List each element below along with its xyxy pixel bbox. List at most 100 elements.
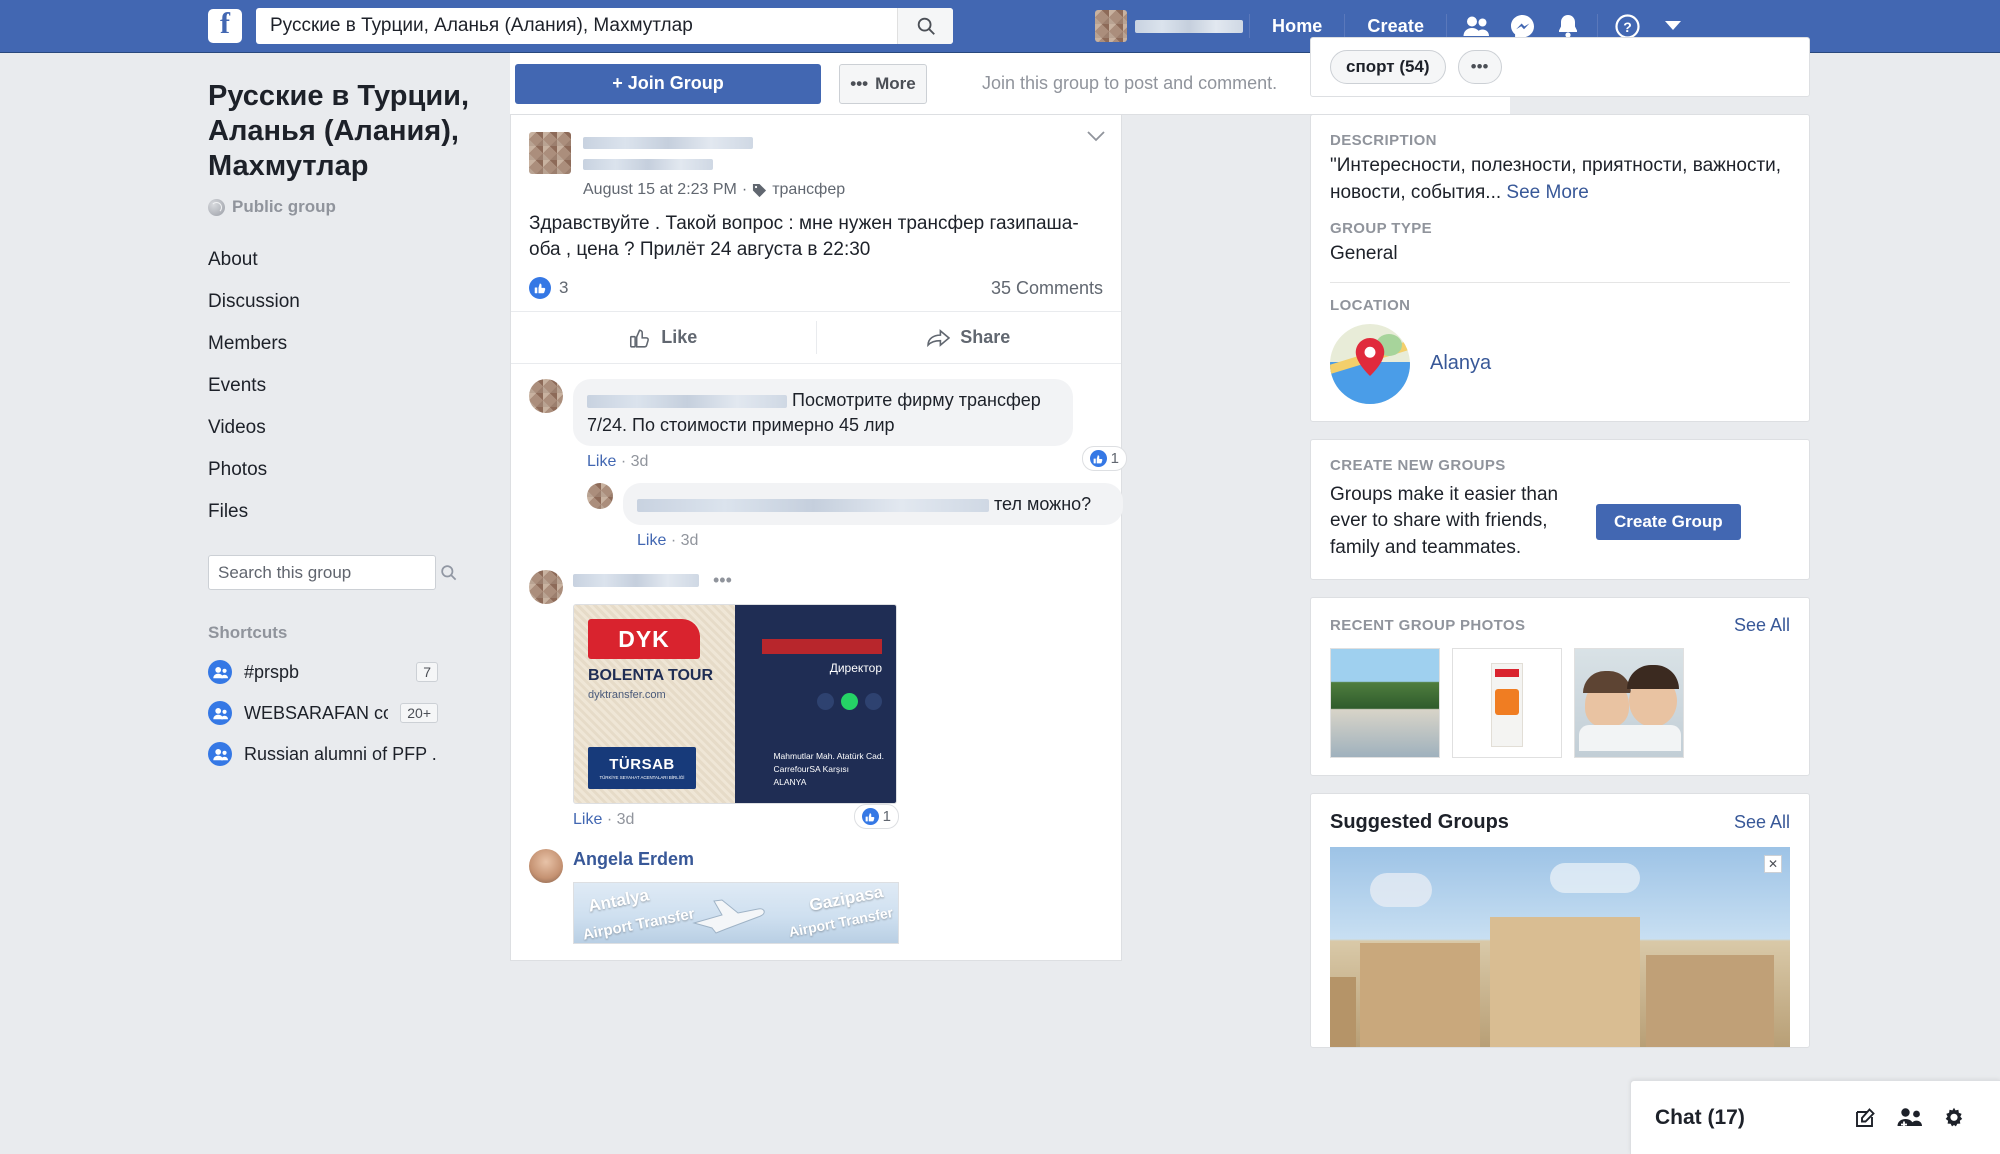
map-pin-icon [1355, 337, 1385, 376]
profile-chip[interactable] [1089, 10, 1243, 42]
globe-icon [208, 198, 225, 216]
shortcut-badge: 20+ [400, 703, 438, 724]
sidebar-item-files[interactable]: Files [208, 491, 510, 533]
comment-item: тел можно? Like · 3d [587, 483, 1123, 550]
attachment-badge: TÜRSAB [609, 755, 675, 773]
comment-attachment-image[interactable]: Antalya Airport Transfer Gazipasa Airpor… [573, 882, 899, 945]
suggested-groups-card: Suggested Groups See All ✕ [1310, 792, 1810, 1048]
comment-like-pill[interactable]: 1 [1081, 446, 1127, 472]
group-search-input[interactable] [209, 562, 439, 583]
search-icon[interactable] [439, 563, 468, 582]
left-sidebar: Русские в Турции, Аланья (Алания), Махму… [0, 53, 510, 1154]
shortcut-item-russian-alumni[interactable]: Russian alumni of PFP ... [208, 742, 438, 767]
avatar[interactable] [529, 379, 563, 414]
more-button[interactable]: ••• More [839, 63, 927, 104]
about-card: DESCRIPTION "Интересности, полезности, п… [1310, 114, 1810, 422]
attachment-title: BOLENTA TOUR [588, 667, 714, 685]
comment-meta: Like · 3d [587, 453, 648, 471]
post-header: August 15 at 2:23 PM · трансфер [511, 115, 1121, 199]
group-type-value: General [1330, 243, 1398, 265]
search-icon[interactable] [897, 8, 953, 44]
sidebar-item-videos[interactable]: Videos [208, 407, 510, 449]
like-thumb-icon [1089, 450, 1107, 468]
create-group-button[interactable]: Create Group [1596, 503, 1741, 540]
see-more-link[interactable]: See More [1506, 182, 1588, 203]
search-input[interactable] [256, 9, 897, 43]
recent-photos-card: RECENT GROUP PHOTOS See All [1310, 596, 1810, 776]
add-group-icon[interactable] [1888, 1096, 1932, 1140]
reaction-summary[interactable]: 3 [529, 277, 568, 300]
like-pill-count: 1 [882, 808, 891, 826]
post-card: August 15 at 2:23 PM · трансфер Здравств… [510, 115, 1127, 962]
avatar[interactable] [529, 132, 571, 174]
thumbs-up-icon [630, 329, 650, 348]
avatar[interactable] [587, 483, 613, 510]
description-value: "Интересности, полезности, приятности, в… [1330, 153, 1790, 206]
comment-like-button[interactable]: Like [637, 532, 666, 549]
see-all-suggested-link[interactable]: See All [1734, 812, 1790, 833]
post-timestamp-row: August 15 at 2:23 PM · трансфер [583, 181, 846, 199]
profile-name-redacted [1135, 19, 1243, 33]
shortcut-item-prspb[interactable]: #prspb 7 [208, 660, 438, 685]
divider [1344, 14, 1346, 38]
map-thumbnail[interactable] [1330, 323, 1410, 404]
facebook-logo[interactable]: f [208, 9, 242, 43]
post-timestamp[interactable]: August 15 at 2:23 PM [583, 181, 737, 199]
group-icon [208, 742, 232, 767]
photo-thumbnail[interactable] [1574, 647, 1684, 758]
tag-more-button[interactable]: ••• [1457, 50, 1502, 84]
post-tag[interactable]: трансфер [772, 181, 845, 199]
photo-thumbnail[interactable] [1452, 647, 1562, 758]
compose-icon[interactable] [1844, 1096, 1888, 1140]
photo-thumbnail[interactable] [1330, 647, 1440, 758]
like-button[interactable]: Like [511, 312, 816, 363]
chat-bar[interactable]: Chat (17) [1630, 1080, 2000, 1154]
shortcut-label: Russian alumni of PFP ... [244, 743, 438, 764]
sidebar-item-about[interactable]: About [208, 239, 510, 281]
join-group-button[interactable]: + Join Group [515, 63, 821, 104]
comment-like-button[interactable]: Like [587, 453, 616, 470]
tag-chip-sport[interactable]: спорт (54) [1330, 50, 1446, 84]
tags-card: спорт (54) ••• [1310, 37, 1810, 97]
gear-icon[interactable] [1932, 1096, 1976, 1140]
sidebar-item-photos[interactable]: Photos [208, 449, 510, 491]
separator: · [606, 811, 613, 829]
divider [1330, 281, 1790, 283]
attachment-address-line3: ALANYA [773, 777, 807, 788]
ellipsis-icon: ••• [850, 73, 869, 93]
comment-like-pill[interactable]: 1 [853, 804, 899, 830]
recent-photos-label: RECENT GROUP PHOTOS [1330, 616, 1526, 634]
group-type-label: GROUP TYPE [1330, 220, 1433, 238]
ellipsis-icon[interactable]: ••• [713, 570, 732, 591]
tag-icon [753, 183, 767, 197]
attachment-address-line2: CarrefourSA Karşısı [773, 763, 850, 774]
comment-like-button[interactable]: Like [573, 811, 602, 828]
location-label: LOCATION [1330, 296, 1411, 314]
create-groups-label: CREATE NEW GROUPS [1330, 456, 1506, 474]
nav-home[interactable]: Home [1256, 16, 1338, 37]
comment-meta: Like · 3d [637, 532, 1123, 550]
avatar[interactable] [529, 570, 563, 605]
location-value[interactable]: Alanya [1430, 352, 1491, 375]
suggested-group-cover[interactable]: ✕ [1330, 846, 1790, 1047]
see-all-photos-link[interactable]: See All [1734, 615, 1790, 636]
comments-count[interactable]: 35 Comments [991, 278, 1103, 299]
group-nav-list: About Discussion Members Events Videos P… [208, 239, 510, 533]
share-button[interactable]: Share [817, 312, 1122, 363]
sidebar-item-events[interactable]: Events [208, 365, 510, 407]
shortcut-item-websarafan[interactable]: WEBSARAFAN co... 20+ [208, 701, 438, 726]
divider [1446, 14, 1448, 38]
close-icon[interactable]: ✕ [1764, 854, 1782, 873]
global-search-bar [256, 8, 953, 44]
nav-create[interactable]: Create [1351, 16, 1440, 37]
post-action-row: Like Share [511, 311, 1121, 363]
sidebar-item-discussion[interactable]: Discussion [208, 281, 510, 323]
sidebar-item-members[interactable]: Members [208, 323, 510, 365]
comment-meta: Like · 3d [573, 811, 634, 829]
comment-attachment-image[interactable]: DYK BOLENTA TOUR dyktransfer.com Директо… [573, 604, 897, 805]
chevron-down-icon[interactable] [1087, 129, 1105, 147]
avatar[interactable] [529, 849, 563, 884]
post-text: Здравствуйте . Такой вопрос : мне нужен … [529, 213, 1079, 261]
comment-author[interactable]: Angela Erdem [573, 849, 1103, 870]
comment-author-redacted [573, 574, 699, 588]
